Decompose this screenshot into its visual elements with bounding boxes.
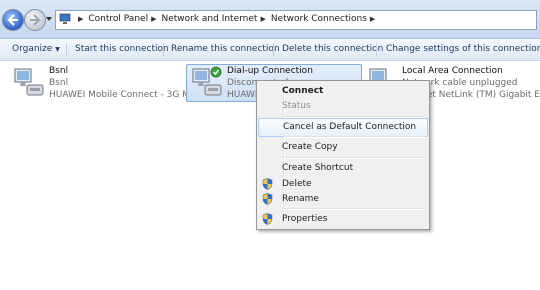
- address-box[interactable]: ▶ Control Panel ▶ Network and Internet ▶ Netw…: [55, 10, 537, 30]
- menu-item-label: Create Shortcut: [282, 163, 354, 173]
- connection-name: Bsnl: [49, 66, 69, 76]
- breadcrumb-chevron-icon[interactable]: ▶: [151, 15, 156, 23]
- menu-separator: [283, 157, 425, 159]
- connection-name: Dial-up Connection: [227, 66, 313, 76]
- uac-shield-icon: [262, 178, 273, 190]
- menu-item-label: Connect: [282, 86, 324, 96]
- menu-item-label: Create Copy: [282, 142, 338, 152]
- forward-button[interactable]: [24, 9, 46, 31]
- menu-item-status[interactable]: Status: [257, 98, 429, 115]
- start-connection-button[interactable]: Start this connection: [75, 44, 169, 54]
- dropdown-arrow-icon: ▼: [55, 46, 60, 53]
- menu-item-properties[interactable]: Properties: [257, 211, 429, 228]
- control-panel-icon: [59, 13, 71, 24]
- menu-separator: [283, 208, 425, 210]
- menu-item-create-shortcut[interactable]: Create Shortcut: [257, 160, 429, 177]
- menu-item-label: Rename: [282, 194, 319, 204]
- breadcrumb-chevron-icon[interactable]: ▶: [260, 15, 265, 23]
- connection-name: Local Area Connection: [402, 66, 503, 76]
- address-bar: ▶ Control Panel ▶ Network and Internet ▶ Netw…: [0, 0, 540, 39]
- breadcrumb: ▶ Control Panel ▶ Network and Internet ▶ Netw…: [78, 14, 380, 24]
- arrow-left-icon: [7, 14, 18, 26]
- divider: [163, 43, 164, 57]
- uac-shield-icon: [262, 213, 273, 225]
- recent-pages-dropdown-icon[interactable]: [45, 15, 53, 23]
- arrow-right-icon: [30, 14, 41, 26]
- divider: [376, 43, 377, 57]
- menu-item-label: Delete: [282, 179, 312, 189]
- breadcrumb-network-and-internet[interactable]: Network and Internet: [161, 14, 257, 24]
- menu-separator: [283, 136, 425, 138]
- connection-device: HUAWEI Mobile Connect - 3G M...: [49, 90, 199, 100]
- change-settings-button[interactable]: Change settings of this connection: [386, 44, 540, 54]
- dialup-connection-icon: [192, 66, 222, 96]
- back-button[interactable]: [2, 9, 24, 31]
- menu-item-label: Cancel as Default Connection: [283, 122, 417, 132]
- divider: [66, 43, 67, 57]
- menu-item-label: Status: [282, 101, 311, 111]
- uac-shield-icon: [262, 193, 273, 205]
- context-menu: Connect Status Cancel as Default Connect…: [256, 80, 430, 230]
- organize-button[interactable]: Organize ▼: [12, 44, 60, 54]
- command-bar: Organize ▼ Start this connection Rename …: [0, 39, 540, 61]
- menu-item-cancel-default[interactable]: Cancel as Default Connection: [258, 118, 428, 137]
- menu-item-label: Properties: [282, 214, 328, 224]
- breadcrumb-network-connections[interactable]: Network Connections: [271, 14, 367, 24]
- breadcrumb-chevron-icon[interactable]: ▶: [370, 15, 375, 23]
- connection-status: Bsnl: [49, 78, 69, 88]
- delete-connection-button[interactable]: Delete this connection: [282, 44, 383, 54]
- divider: [273, 43, 274, 57]
- dialup-connection-icon: [14, 68, 44, 96]
- breadcrumb-control-panel[interactable]: Control Panel: [88, 14, 148, 24]
- breadcrumb-chevron-icon[interactable]: ▶: [78, 15, 83, 23]
- menu-item-rename[interactable]: Rename: [257, 191, 429, 208]
- menu-item-create-copy[interactable]: Create Copy: [257, 139, 429, 156]
- rename-connection-button[interactable]: Rename this connection: [171, 44, 280, 54]
